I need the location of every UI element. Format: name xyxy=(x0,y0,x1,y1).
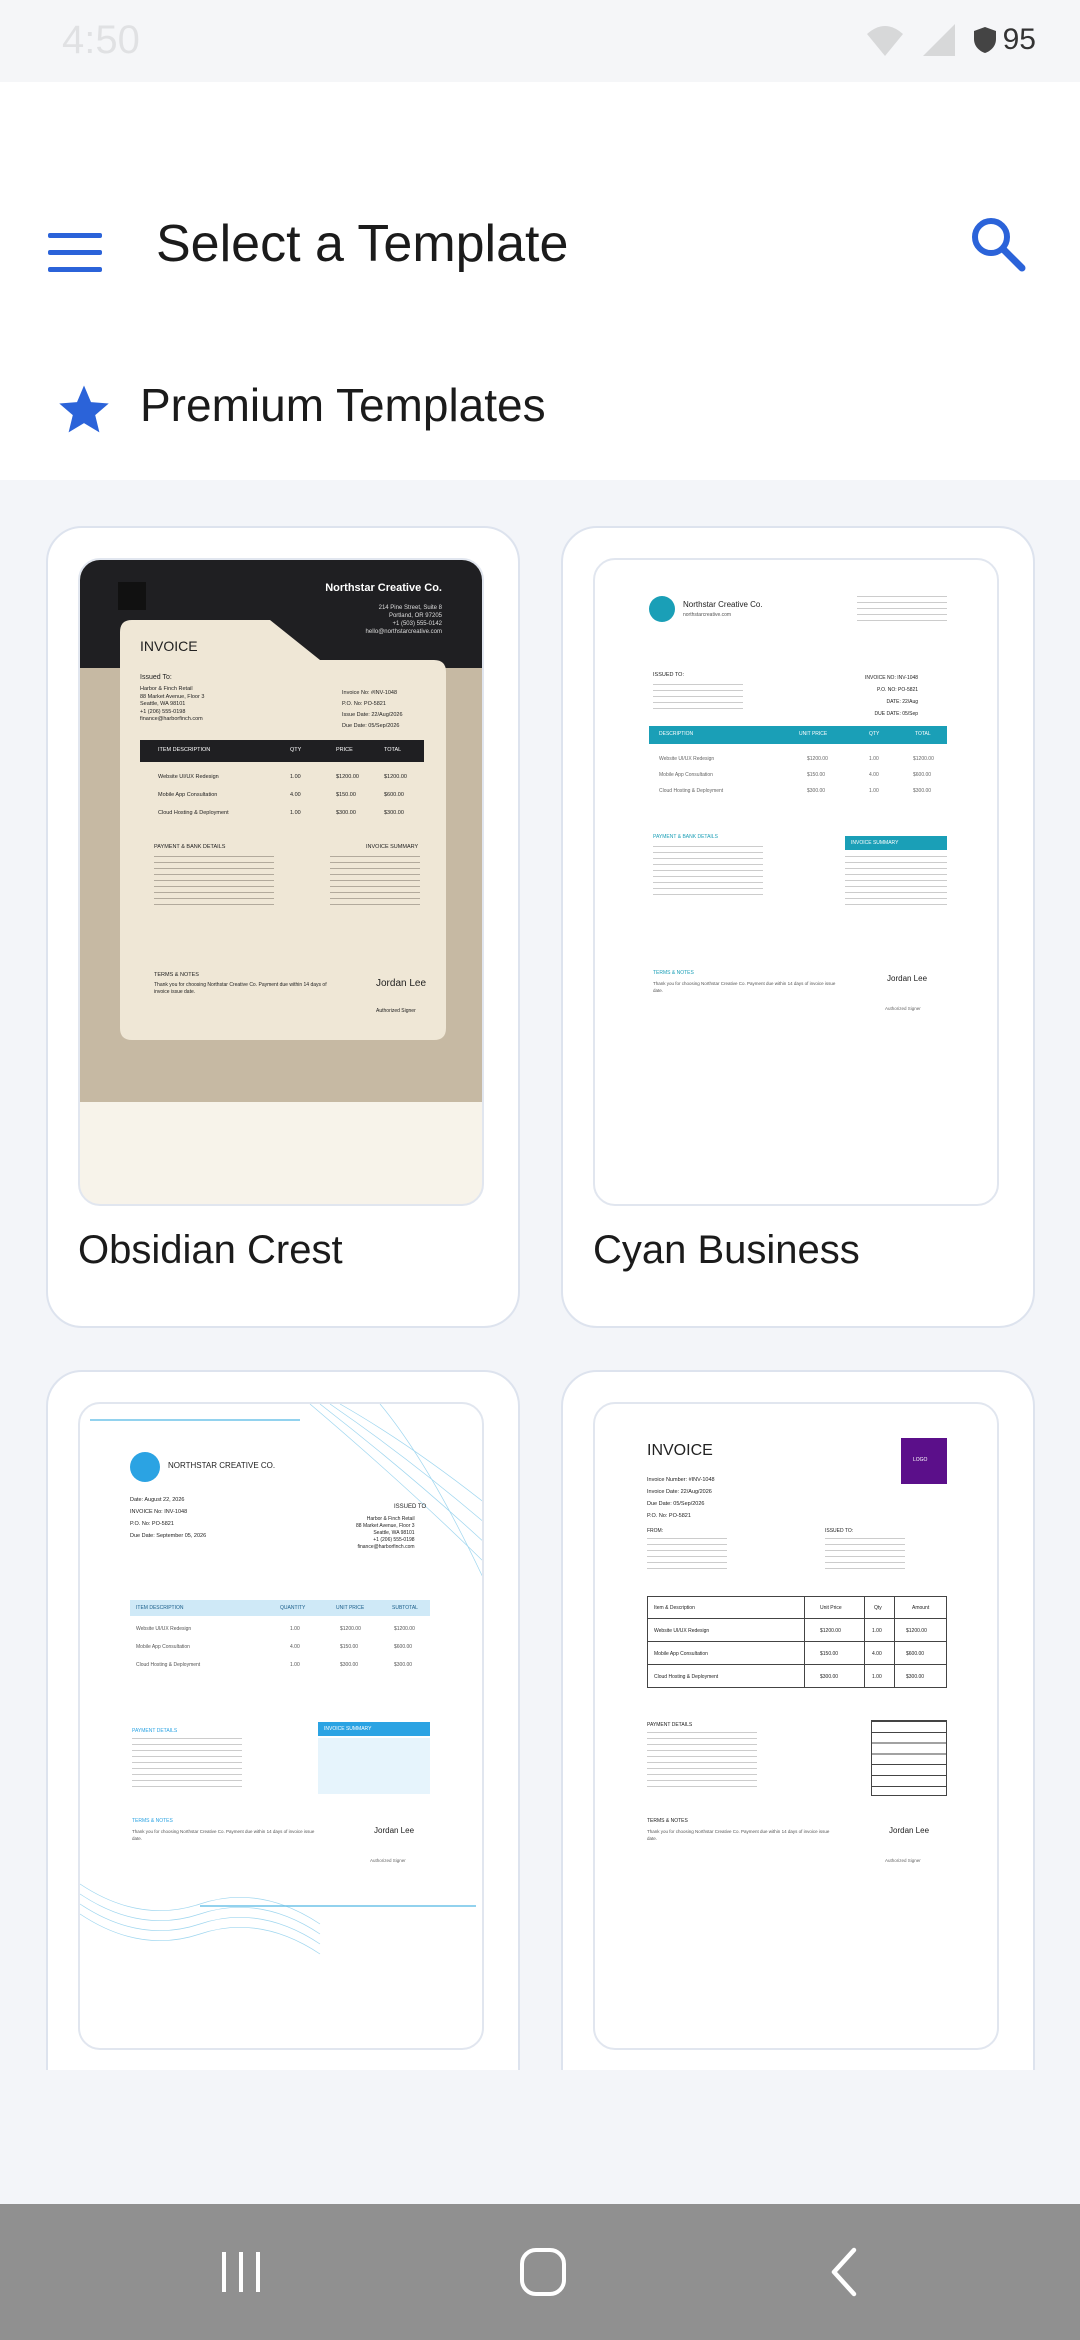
recent-apps-button[interactable] xyxy=(206,2240,276,2304)
preview-table-rows: Website UI/UX Redesign 1.00 $1200.00 $12… xyxy=(136,1626,415,1668)
battery-level: 95 xyxy=(1002,23,1036,56)
preview-terms-text: Thank you for choosing Northstar Creativ… xyxy=(647,1829,830,1841)
template-preview: Northstar Creative Co. northstarcreative… xyxy=(593,558,999,1206)
signal-icon xyxy=(922,24,955,56)
menu-icon xyxy=(48,233,102,272)
search-button[interactable] xyxy=(968,214,1038,284)
preview-meta: Invoice Number: #INV-1048 Invoice Date: … xyxy=(647,1477,715,1519)
preview-table-header: DESCRIPTION UNIT PRICE QTY TOTAL xyxy=(649,726,947,744)
status-bar: 4:50 95 xyxy=(0,0,1080,82)
preview-logo: LOGO xyxy=(901,1438,947,1484)
app-header: Select a Template Premium Templates xyxy=(0,82,1080,480)
preview-summary-header: INVOICE SUMMARY xyxy=(845,836,947,850)
preview-issued-to: ISSUED TO: xyxy=(825,1528,854,1534)
status-time: 4:50 xyxy=(62,18,140,62)
preview-from-lines xyxy=(647,1538,727,1574)
preview-table: Item & Description Unit Price Qty Amount… xyxy=(647,1596,947,1688)
template-grid: Northstar Creative Co. 214 Pine Street, … xyxy=(0,480,1080,2070)
wifi-icon xyxy=(866,26,903,56)
shield-icon xyxy=(973,27,996,53)
preview-meta: Date: August 22, 2026 INVOICE No: INV-10… xyxy=(130,1497,207,1539)
template-name: Cyan Business xyxy=(593,1228,860,1272)
section-title: Premium Templates xyxy=(140,379,546,431)
preview-terms-text: Thank you for choosing Northstar Creativ… xyxy=(154,982,327,995)
search-icon xyxy=(972,218,1026,272)
preview-issued-to: Issued To: xyxy=(140,674,172,681)
preview-terms-title: TERMS & NOTES xyxy=(132,1818,173,1824)
recent-apps-icon xyxy=(222,2252,260,2292)
preview-table-header: ITEM DESCRIPTION QTY PRICE TOTAL xyxy=(140,740,424,762)
preview-payment-lines xyxy=(647,1732,757,1788)
template-preview: INVOICE LOGO Invoice Number: #INV-1048 I… xyxy=(593,1402,999,2050)
preview-signer-role: Authorized Signer xyxy=(370,1858,406,1863)
template-name: Obsidian Crest xyxy=(78,1228,343,1272)
preview-table-rows: Website UI/UX Redesign 1.00 $1200.00 $12… xyxy=(158,774,407,816)
preview-heading: INVOICE xyxy=(140,638,198,654)
preview-terms-title: TERMS & NOTES xyxy=(154,972,199,978)
template-card-blue-wave[interactable]: NORTHSTAR CREATIVE CO. Date: August 22, … xyxy=(46,1370,520,2070)
preview-signer-role: Authorized Signer xyxy=(885,1858,921,1863)
preview-payment-lines xyxy=(154,856,274,910)
preview-signer-role: Authorized Signer xyxy=(885,1006,921,1011)
navigation-bar xyxy=(0,2204,1080,2340)
status-right: 95 xyxy=(865,22,1036,58)
template-preview: Northstar Creative Co. 214 Pine Street, … xyxy=(78,558,484,1206)
preview-terms-title: TERMS & NOTES xyxy=(647,1818,688,1824)
preview-issued-to: ISSUED TO xyxy=(394,1504,427,1510)
preview-client-lines xyxy=(653,684,743,714)
preview-payment-title: PAYMENT DETAILS xyxy=(647,1722,693,1728)
preview-summary-lines xyxy=(845,856,947,906)
preview-company: Northstar Creative Co. xyxy=(683,600,763,609)
home-button[interactable] xyxy=(508,2240,578,2304)
preview-terms-text: Thank you for choosing Northstar Creativ… xyxy=(653,981,836,993)
preview-client-lines xyxy=(825,1538,905,1574)
preview-terms-text: Thank you for choosing Northstar Creativ… xyxy=(132,1829,315,1841)
preview-company: NORTHSTAR CREATIVE CO. xyxy=(168,1461,276,1470)
preview-payment-title: PAYMENT & BANK DETAILS xyxy=(653,834,718,840)
back-icon xyxy=(831,2247,857,2297)
preview-client: Harbor & Finch Retail 88 Market Avenue, … xyxy=(356,1516,415,1550)
template-card-obsidian-crest[interactable]: Northstar Creative Co. 214 Pine Street, … xyxy=(46,526,520,1328)
preview-summary-header: INVOICE SUMMARY xyxy=(318,1722,430,1736)
preview-summary-table xyxy=(871,1720,947,1796)
preview-logo xyxy=(649,596,675,622)
preview-terms-title: TERMS & NOTES xyxy=(653,970,694,976)
preview-logo xyxy=(118,582,146,610)
preview-meta: Invoice No: #INV-1048 P.O. No: PO-5821 I… xyxy=(342,690,403,729)
preview-client: Harbor & Finch Retail 88 Market Avenue, … xyxy=(140,686,205,722)
preview-payment-title: PAYMENT DETAILS xyxy=(132,1728,178,1734)
menu-button[interactable] xyxy=(48,222,110,284)
preview-table-header: ITEM DESCRIPTION QUANTITY UNIT PRICE SUB… xyxy=(130,1600,430,1616)
template-card-cyan-business[interactable]: Northstar Creative Co. northstarcreative… xyxy=(561,526,1035,1328)
battery-indicator: 95 xyxy=(973,23,1036,57)
preview-table-rows: Website UI/UX Redesign $1200.00 1.00 $12… xyxy=(659,756,934,794)
preview-from: FROM: xyxy=(647,1528,664,1534)
template-preview: NORTHSTAR CREATIVE CO. Date: August 22, … xyxy=(78,1402,484,2050)
back-button[interactable] xyxy=(810,2240,880,2304)
preview-summary-title: INVOICE SUMMARY xyxy=(366,844,419,850)
preview-signer-role: Authorized Signer xyxy=(376,1008,416,1014)
preview-company: Northstar Creative Co. xyxy=(325,582,442,594)
preview-signer: Jordan Lee xyxy=(376,978,427,989)
preview-signer: Jordan Lee xyxy=(374,1826,415,1835)
preview-payment-title: PAYMENT & BANK DETAILS xyxy=(154,844,226,850)
preview-payment-lines xyxy=(653,846,763,896)
page-title: Select a Template xyxy=(156,215,569,273)
preview-address-lines xyxy=(857,596,947,626)
preview-signer: Jordan Lee xyxy=(887,974,928,983)
preview-issued-to: ISSUED TO: xyxy=(653,672,684,678)
star-icon xyxy=(59,385,109,433)
preview-heading: INVOICE xyxy=(647,1442,713,1459)
preview-signer: Jordan Lee xyxy=(889,1826,930,1835)
preview-summary-box xyxy=(318,1738,430,1794)
home-icon xyxy=(520,2248,566,2296)
preview-logo xyxy=(130,1452,160,1482)
status-left: 4:50 xyxy=(62,18,140,63)
preview-summary-lines xyxy=(330,856,420,910)
preview-site: northstarcreative.com xyxy=(683,612,732,618)
preview-payment-lines xyxy=(132,1738,242,1788)
template-card-purple-logo[interactable]: INVOICE LOGO Invoice Number: #INV-1048 I… xyxy=(561,1370,1035,2070)
preview-meta: INVOICE NO: INV-1048 P.O. NO: PO-5821 DA… xyxy=(865,675,919,717)
